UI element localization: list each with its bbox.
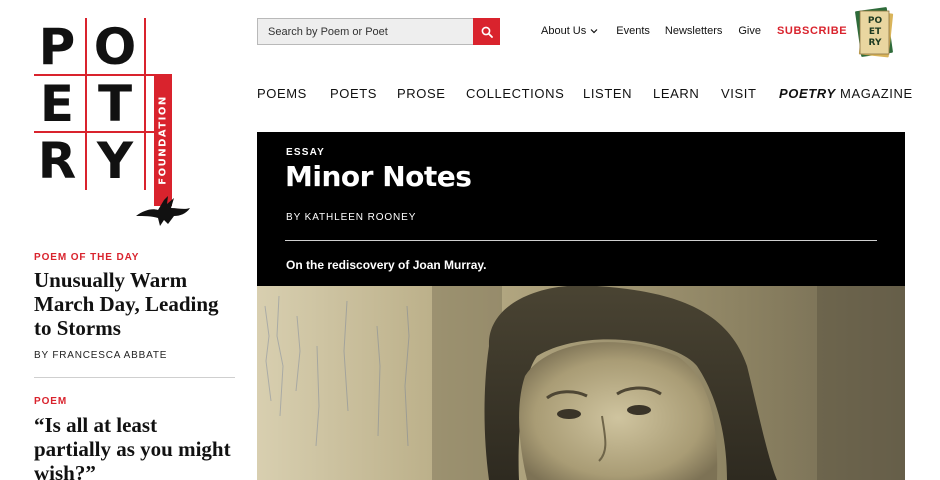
logo-letter: E — [39, 74, 75, 133]
about-us-menu[interactable]: About Us — [541, 25, 598, 37]
nav-poetry-magazine[interactable]: POETRY MAGAZINE — [779, 86, 913, 101]
logo-divider — [144, 18, 146, 190]
portrait-image — [257, 286, 905, 480]
badge-text: PO — [867, 16, 883, 26]
search-icon — [481, 26, 493, 38]
logo-foundation-label: FOUNDATION — [157, 95, 169, 185]
pegasus-bird-icon — [136, 196, 190, 226]
poetry-foundation-logo[interactable]: P O E T R Y FOUNDATION — [34, 18, 194, 230]
events-link[interactable]: Events — [616, 25, 650, 37]
poem-card: POEM “Is all at least partially as you m… — [34, 396, 235, 480]
logo-letter: Y — [96, 131, 134, 190]
logo-letter: R — [37, 131, 77, 190]
essay-title[interactable]: Minor Notes — [285, 160, 472, 193]
nav-magazine-bold: POETRY — [779, 86, 836, 101]
subscribe-link[interactable]: SUBSCRIBE — [777, 25, 847, 37]
nav-listen[interactable]: LISTEN — [583, 86, 632, 101]
chevron-down-icon — [590, 29, 598, 34]
poem-of-the-day-card: POEM OF THE DAY Unusually Warm March Day… — [34, 252, 235, 361]
about-us-label: About Us — [541, 25, 587, 37]
sidebar-featured: POEM OF THE DAY Unusually Warm March Day… — [34, 252, 235, 480]
poem-of-the-day-title-link[interactable]: Unusually Warm March Day, Leading to Sto… — [34, 268, 219, 340]
give-link[interactable]: Give — [738, 25, 761, 37]
logo-letter: O — [93, 17, 137, 76]
logo-divider — [34, 74, 172, 76]
logo-letter: P — [38, 17, 76, 76]
essay-portrait-photo — [257, 286, 905, 480]
utility-nav: About Us Events Newsletters Give SUBSCRI… — [541, 24, 847, 38]
essay-kicker: ESSAY — [286, 147, 325, 158]
logo-letter: T — [97, 74, 133, 133]
nav-collections[interactable]: COLLECTIONS — [466, 86, 564, 101]
nav-poets[interactable]: POETS — [330, 86, 377, 101]
logo-divider — [85, 18, 87, 190]
newsletters-link[interactable]: Newsletters — [665, 25, 722, 37]
nav-poems[interactable]: POEMS — [257, 86, 307, 101]
nav-visit[interactable]: VISIT — [721, 86, 757, 101]
search-input[interactable] — [257, 18, 473, 45]
essay-byline: BY KATHLEEN ROONEY — [286, 212, 417, 223]
essay-dek: On the rediscovery of Joan Murray. — [286, 258, 487, 272]
main-nav: POEMS POETS PROSE COLLECTIONS LISTEN LEA… — [257, 86, 912, 102]
poem-title-link[interactable]: “Is all at least partially as you might … — [34, 413, 231, 480]
poem-of-the-day-kicker: POEM OF THE DAY — [34, 252, 140, 263]
search-button[interactable] — [473, 18, 500, 45]
sidebar-divider — [34, 377, 235, 378]
badge-text: RY — [868, 38, 882, 48]
nav-magazine-rest: MAGAZINE — [835, 86, 913, 101]
logo-letter-grid: P O E T R Y — [34, 18, 172, 190]
logo-foundation-bar: FOUNDATION — [154, 74, 172, 206]
essay-divider — [285, 240, 877, 241]
nav-learn[interactable]: LEARN — [653, 86, 699, 101]
poem-of-the-day-byline: BY FRANCESCA ABBATE — [34, 350, 168, 361]
poem-kicker: POEM — [34, 396, 68, 407]
nav-prose[interactable]: PROSE — [397, 86, 446, 101]
essay-hero: ESSAY Minor Notes BY KATHLEEN ROONEY On … — [257, 132, 905, 286]
poetry-magazine-badge[interactable]: PO ET RY — [853, 6, 895, 60]
site-search — [257, 18, 500, 45]
logo-divider — [34, 131, 172, 133]
badge-text: ET — [868, 27, 882, 37]
